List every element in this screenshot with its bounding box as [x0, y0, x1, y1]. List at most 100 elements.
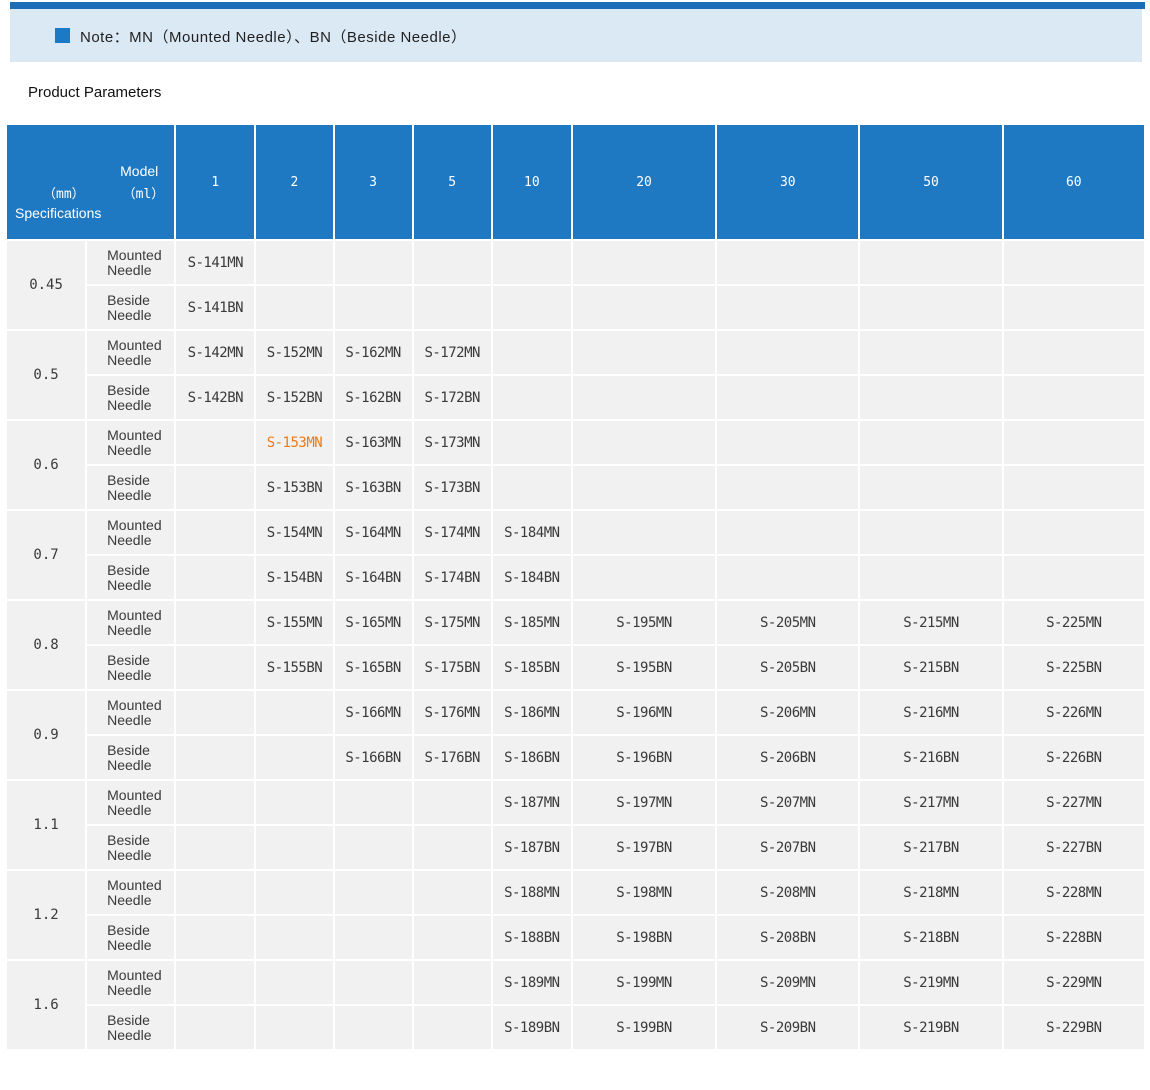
table-row-mounted: 0.6MountedNeedleS-153MNS-163MNS-173MN	[7, 421, 1144, 464]
empty-cell	[335, 826, 412, 869]
model-code-cell: S-197MN	[573, 781, 715, 824]
model-code-cell: S-229MN	[1004, 961, 1144, 1004]
table-row-beside: BesideNeedleS-166BNS-176BNS-186BNS-196BN…	[7, 736, 1144, 779]
empty-cell	[573, 511, 715, 554]
section-title: Product Parameters	[28, 84, 161, 101]
model-code-cell: S-155MN	[256, 601, 332, 644]
model-code-cell: S-225MN	[1004, 601, 1144, 644]
model-code-cell: S-152BN	[256, 376, 332, 419]
empty-cell	[176, 826, 254, 869]
model-code-cell: S-207MN	[717, 781, 858, 824]
column-header-60: 60	[1004, 125, 1144, 239]
model-code-cell: S-198BN	[573, 916, 715, 959]
model-code-cell: S-226BN	[1004, 736, 1144, 779]
table-row-mounted: 0.45MountedNeedleS-141MN	[7, 241, 1144, 284]
empty-cell	[176, 691, 254, 734]
model-code-cell: S-184MN	[493, 511, 571, 554]
empty-cell	[860, 556, 1001, 599]
empty-cell	[176, 961, 254, 1004]
empty-cell	[256, 1006, 332, 1049]
column-header-5: 5	[414, 125, 491, 239]
model-code-cell: S-219BN	[860, 1006, 1001, 1049]
empty-cell	[176, 601, 254, 644]
table-header-row: Model （ml） （mm） Specifications 1 2 3 5 1…	[7, 125, 1144, 239]
needle-type-cell: MountedNeedle	[87, 961, 174, 1004]
needle-type-cell: MountedNeedle	[87, 871, 174, 914]
empty-cell	[493, 286, 571, 329]
model-code-cell: S-164BN	[335, 556, 412, 599]
model-code-cell: S-175BN	[414, 646, 491, 689]
empty-cell	[1004, 376, 1144, 419]
model-code-cell: S-166MN	[335, 691, 412, 734]
spec-value-cell: 0.8	[7, 601, 85, 689]
empty-cell	[414, 286, 491, 329]
empty-cell	[414, 961, 491, 1004]
empty-cell	[256, 916, 332, 959]
note-text: Note：MN（Mounted Needle）、BN（Beside Needle…	[80, 26, 467, 47]
model-code-cell: S-208BN	[717, 916, 858, 959]
empty-cell	[573, 376, 715, 419]
empty-cell	[176, 781, 254, 824]
model-code-cell: S-152MN	[256, 331, 332, 374]
empty-cell	[1004, 421, 1144, 464]
model-code-cell: S-184BN	[493, 556, 571, 599]
spec-value-cell: 0.45	[7, 241, 85, 329]
needle-type-cell: BesideNeedle	[87, 286, 174, 329]
empty-cell	[493, 331, 571, 374]
column-header-50: 50	[860, 125, 1001, 239]
needle-type-cell: BesideNeedle	[87, 826, 174, 869]
model-code-cell: S-227BN	[1004, 826, 1144, 869]
model-code-cell: S-216BN	[860, 736, 1001, 779]
model-code-cell: S-217BN	[860, 826, 1001, 869]
empty-cell	[493, 421, 571, 464]
table-row-beside: BesideNeedleS-155BNS-165BNS-175BNS-185BN…	[7, 646, 1144, 689]
empty-cell	[717, 421, 858, 464]
spec-value-cell: 0.6	[7, 421, 85, 509]
spec-value-cell: 0.9	[7, 691, 85, 779]
empty-cell	[256, 871, 332, 914]
empty-cell	[256, 826, 332, 869]
empty-cell	[1004, 241, 1144, 284]
model-code-cell: S-176BN	[414, 736, 491, 779]
model-code-cell: S-141MN	[176, 241, 254, 284]
column-header-20: 20	[573, 125, 715, 239]
needle-type-cell: MountedNeedle	[87, 691, 174, 734]
empty-cell	[335, 916, 412, 959]
model-code-cell: S-141BN	[176, 286, 254, 329]
spec-value-cell: 0.7	[7, 511, 85, 599]
empty-cell	[176, 1006, 254, 1049]
model-code-cell: S-228MN	[1004, 871, 1144, 914]
empty-cell	[414, 241, 491, 284]
model-code-cell: S-205BN	[717, 646, 858, 689]
model-code-cell: S-164MN	[335, 511, 412, 554]
empty-cell	[573, 286, 715, 329]
model-code-cell: S-172MN	[414, 331, 491, 374]
empty-cell	[573, 421, 715, 464]
model-code-cell: S-205MN	[717, 601, 858, 644]
model-code-cell: S-218BN	[860, 916, 1001, 959]
model-code-cell: S-174BN	[414, 556, 491, 599]
model-code-cell: S-153BN	[256, 466, 332, 509]
model-code-cell: S-208MN	[717, 871, 858, 914]
model-code-cell: S-218MN	[860, 871, 1001, 914]
needle-type-cell: BesideNeedle	[87, 1006, 174, 1049]
empty-cell	[860, 466, 1001, 509]
empty-cell	[256, 961, 332, 1004]
empty-cell	[414, 916, 491, 959]
model-code-cell: S-166BN	[335, 736, 412, 779]
spec-value-cell: 1.1	[7, 781, 85, 869]
empty-cell	[717, 511, 858, 554]
empty-cell	[573, 466, 715, 509]
needle-type-cell: MountedNeedle	[87, 601, 174, 644]
top-accent-bar	[10, 2, 1145, 9]
table-row-mounted: 1.1MountedNeedleS-187MNS-197MNS-207MNS-2…	[7, 781, 1144, 824]
model-code-cell: S-217MN	[860, 781, 1001, 824]
model-code-cell: S-197BN	[573, 826, 715, 869]
empty-cell	[335, 961, 412, 1004]
model-code-cell: S-195MN	[573, 601, 715, 644]
needle-type-cell: BesideNeedle	[87, 376, 174, 419]
empty-cell	[335, 781, 412, 824]
spec-value-cell: 1.6	[7, 961, 85, 1049]
empty-cell	[493, 376, 571, 419]
empty-cell	[256, 736, 332, 779]
